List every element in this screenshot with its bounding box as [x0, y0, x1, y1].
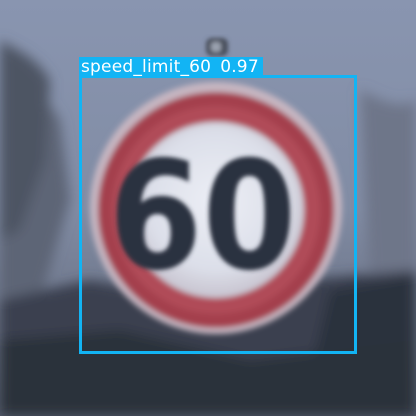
- detection-box: [79, 75, 357, 354]
- sign-post-top: [206, 38, 228, 56]
- detection-class: speed_limit_60: [81, 57, 212, 77]
- detection-label: speed_limit_60 0.97: [79, 57, 263, 78]
- detection-score: 0.97: [220, 57, 259, 77]
- photo-scene: 60 speed_limit_60 0.97: [0, 0, 416, 416]
